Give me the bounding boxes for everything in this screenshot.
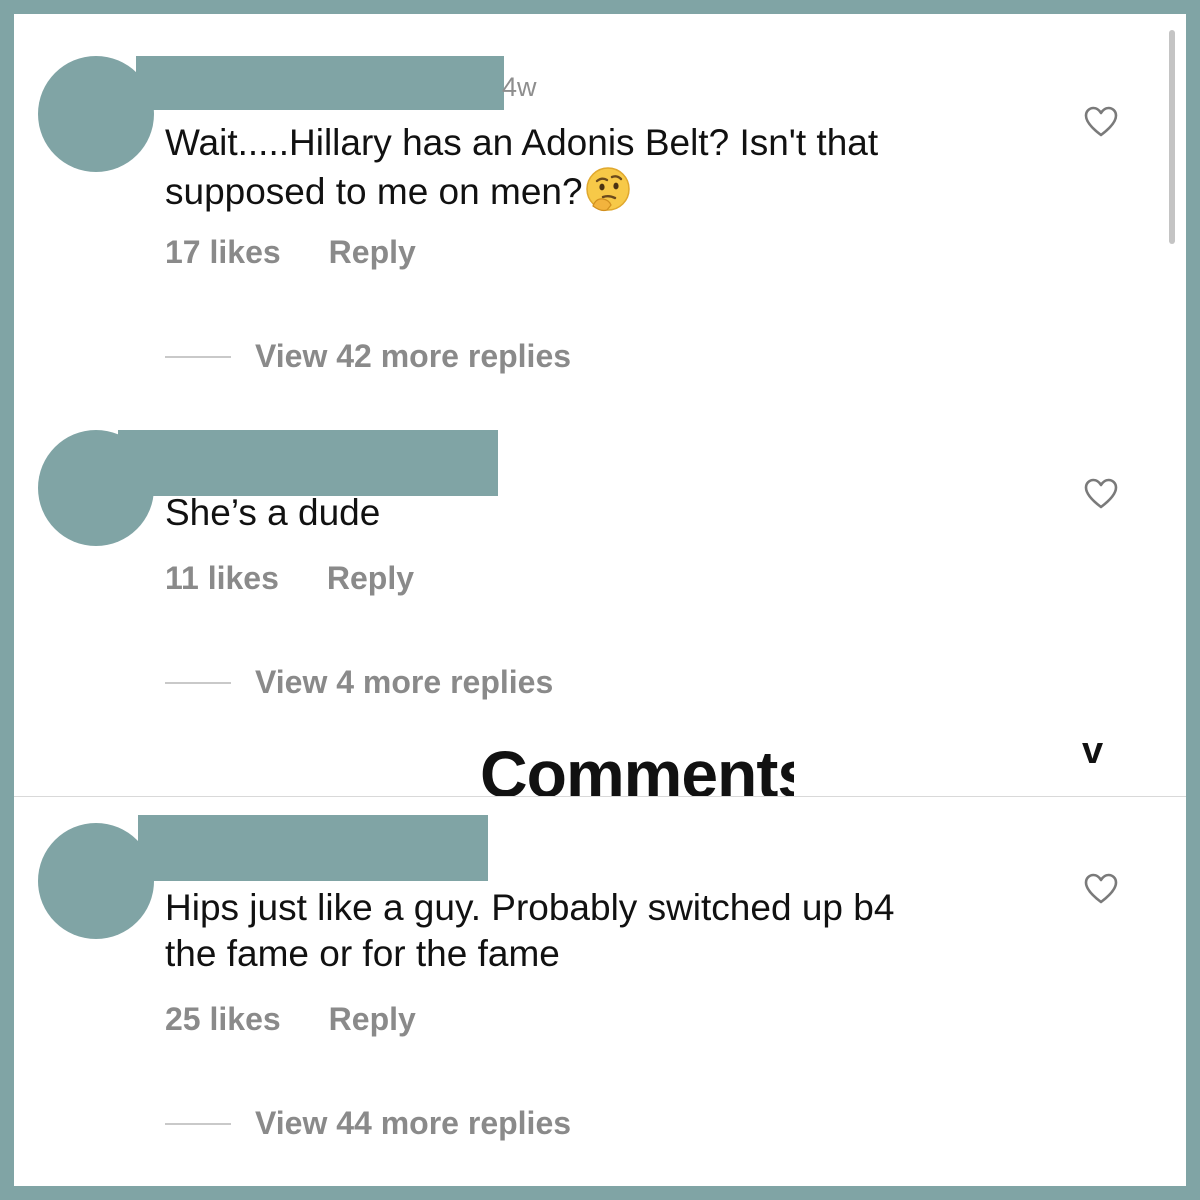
comment-timestamp: 4w <box>502 72 537 102</box>
view-replies-label: View 4 more replies <box>255 664 554 700</box>
replies-divider-line <box>165 355 231 358</box>
scrollbar[interactable] <box>1169 30 1175 244</box>
comments-panel-top: 4w Wait.....Hillary has an Adonis Belt? … <box>14 14 1186 796</box>
comment-text: Wait.....Hillary has an Adonis Belt? Isn… <box>165 120 878 215</box>
heart-icon[interactable] <box>1084 478 1118 510</box>
username-redaction <box>138 815 488 881</box>
username-redaction <box>136 56 504 110</box>
view-replies-label: View 42 more replies <box>255 338 572 374</box>
comment-meta: 11 likes Reply <box>165 560 414 597</box>
comment-text: She’s a dude <box>165 492 381 533</box>
likes-count[interactable]: 11 likes <box>165 560 279 596</box>
comments-sheet-title: Comments <box>480 737 794 796</box>
username-redaction <box>118 430 498 496</box>
comment-meta: 17 likes Reply <box>165 234 416 271</box>
screenshot-frame: 4w Wait.....Hillary has an Adonis Belt? … <box>14 14 1186 1186</box>
likes-count[interactable]: 17 likes <box>165 234 281 270</box>
reply-button[interactable]: Reply <box>329 234 416 270</box>
heart-icon[interactable] <box>1084 873 1118 905</box>
view-replies-button[interactable]: View 44 more replies <box>165 1105 571 1142</box>
comment-meta: 25 likes Reply <box>165 1001 416 1038</box>
replies-divider-line <box>165 681 231 684</box>
comment-text: Hips just like a guy. Probably switched … <box>165 887 895 974</box>
reply-button[interactable]: Reply <box>329 1001 416 1037</box>
chevron-down-icon[interactable]: v <box>1082 730 1103 773</box>
heart-icon[interactable] <box>1084 106 1118 138</box>
thinking-face-icon <box>585 167 630 212</box>
reply-button[interactable]: Reply <box>327 560 414 596</box>
view-replies-button[interactable]: View 42 more replies <box>165 338 571 375</box>
comment-text-body: Wait.....Hillary has an Adonis Belt? Isn… <box>165 122 879 212</box>
replies-divider-line <box>165 1122 231 1125</box>
comments-sheet-header: Comments <box>434 714 794 796</box>
view-replies-label: View 44 more replies <box>255 1105 572 1141</box>
view-replies-button[interactable]: View 4 more replies <box>165 664 553 701</box>
comments-panel-bottom: Hips just like a guy. Probably switched … <box>14 797 1186 1186</box>
avatar[interactable] <box>38 823 154 939</box>
likes-count[interactable]: 25 likes <box>165 1001 281 1037</box>
